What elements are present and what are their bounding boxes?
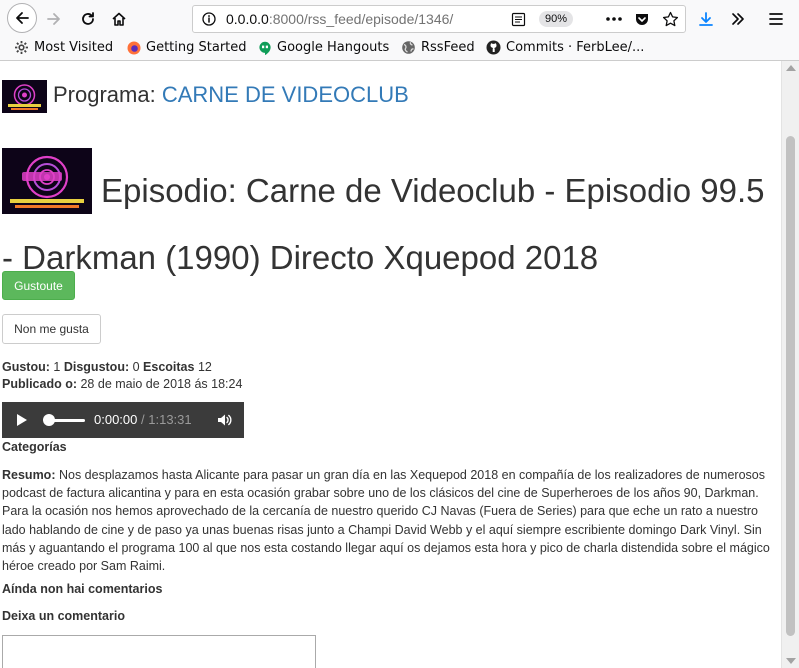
bookmark-most-visited[interactable]: Most Visited	[14, 40, 113, 55]
seek-handle[interactable]	[43, 414, 55, 426]
back-button[interactable]	[7, 3, 37, 33]
no-comments-message: Aínda non hai comentarios	[2, 582, 163, 596]
plays-count: 12	[197, 360, 212, 374]
hamburger-menu-button[interactable]	[762, 5, 790, 33]
volume-icon[interactable]	[216, 412, 232, 428]
program-heading: Programa: CARNE DE VIDEOCLUB	[53, 82, 409, 108]
scroll-down-arrow[interactable]	[786, 658, 796, 664]
play-icon[interactable]	[17, 414, 27, 426]
dislikes-count: 0	[132, 360, 140, 374]
bookmark-getting-started[interactable]: Getting Started	[127, 40, 247, 55]
bookmark-rssfeed[interactable]: RssFeed	[401, 40, 475, 55]
dislike-button[interactable]: Non me gusta	[2, 314, 101, 344]
published-date: 28 de maio de 2018 ás 18:24	[80, 377, 243, 391]
firefox-icon	[127, 41, 141, 54]
zoom-badge[interactable]: 90%	[539, 11, 573, 27]
summary-label: Resumo:	[2, 468, 56, 482]
duration-time: 1:13:31	[148, 412, 192, 427]
audio-player: 0:00:00 / 1:13:31	[2, 402, 244, 438]
info-icon	[202, 12, 216, 26]
overflow-menu-button[interactable]	[724, 5, 752, 33]
hamburger-icon	[769, 13, 783, 25]
arrow-left-icon	[16, 12, 29, 24]
dislikes-label: Disgustou:	[63, 360, 130, 374]
home-icon	[112, 12, 126, 26]
url-host: 0.0.0.0	[226, 11, 269, 27]
summary-text: Nos desplazamos hasta Alicante para pasa…	[2, 468, 770, 574]
forward-button[interactable]	[40, 5, 68, 33]
like-button[interactable]: Gustoute	[2, 271, 75, 300]
arrow-right-icon	[47, 13, 60, 25]
comment-input[interactable]	[2, 635, 316, 668]
browser-toolbar: 0.0.0.0:8000/rss_feed/episode/1346/ 90%	[0, 0, 799, 38]
pocket-button[interactable]	[628, 5, 656, 33]
episode-stats: Gustou: 1 Disgustou: 0 Escoitas 12 Publi…	[2, 359, 242, 393]
current-time: 0:00:00	[94, 412, 138, 427]
star-icon	[662, 11, 678, 26]
scroll-thumb[interactable]	[786, 136, 795, 636]
scroll-up-arrow[interactable]	[786, 65, 796, 71]
page-actions-button[interactable]	[600, 5, 628, 33]
program-link[interactable]: CARNE DE VIDEOCLUB	[162, 82, 409, 107]
bookmark-commits[interactable]: Commits · FerbLee/...	[486, 40, 644, 55]
hangouts-icon	[259, 41, 271, 55]
github-icon	[486, 40, 501, 55]
episode-title: Episodio: Carne de Videoclub - Episodio …	[2, 172, 765, 276]
gear-icon	[15, 41, 28, 54]
program-label: Programa:	[53, 82, 156, 107]
plays-label: Escoitas	[143, 360, 195, 374]
page-scrollbar[interactable]	[781, 61, 799, 668]
globe-icon	[402, 41, 415, 54]
time-separator: /	[141, 412, 145, 427]
url-path: :8000/rss_feed/episode/1346/	[268, 11, 454, 27]
bookmark-label: Google Hangouts	[277, 40, 390, 55]
bookmark-label: RssFeed	[421, 40, 475, 55]
published-label: Publicado o:	[2, 377, 77, 391]
bookmark-label: Most Visited	[34, 40, 114, 55]
reload-button[interactable]	[74, 5, 102, 33]
program-logo[interactable]	[2, 80, 47, 113]
home-button[interactable]	[105, 5, 133, 33]
categories-heading: Categorías	[2, 440, 67, 454]
bookmark-label: Getting Started	[146, 40, 247, 55]
published-line: Publicado o: 28 de maio de 2018 ás 18:24	[2, 376, 242, 393]
url-text[interactable]: 0.0.0.0:8000/rss_feed/episode/1346/	[226, 11, 453, 27]
download-arrow-icon	[699, 12, 713, 26]
bookmarks-toolbar: Most Visited Getting Started Google Hang…	[0, 38, 799, 61]
bookmark-label: Commits · FerbLee/...	[506, 40, 645, 55]
reader-view-icon[interactable]	[511, 12, 526, 27]
leave-comment-heading: Deixa un comentario	[2, 609, 125, 623]
downloads-button[interactable]	[692, 5, 720, 33]
bookmark-star-button[interactable]	[656, 5, 684, 33]
pocket-icon	[636, 14, 648, 25]
chevron-double-right-icon	[732, 13, 744, 25]
counts-line: Gustou: 1 Disgustou: 0 Escoitas 12	[2, 359, 242, 376]
page-content: Programa: CARNE DE VIDEOCLUB Episodio: C…	[0, 61, 781, 668]
reload-icon	[82, 12, 94, 25]
bookmark-google-hangouts[interactable]: Google Hangouts	[258, 40, 389, 55]
likes-count: 1	[53, 360, 61, 374]
likes-label: Gustou:	[2, 360, 50, 374]
episode-summary: Resumo: Nos desplazamos hasta Alicante p…	[2, 466, 778, 575]
more-horizontal-icon	[606, 17, 622, 21]
player-time: 0:00:00 / 1:13:31	[94, 412, 192, 427]
